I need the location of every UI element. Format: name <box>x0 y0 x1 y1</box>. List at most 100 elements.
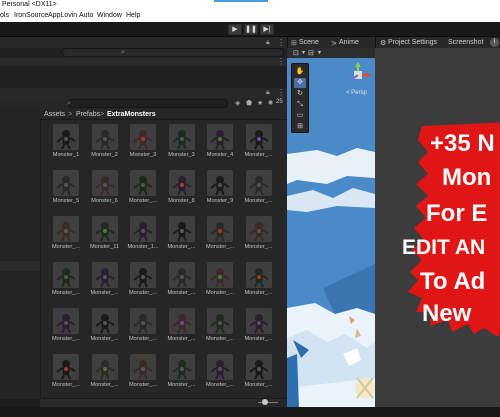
asset-label: Monster_9 <box>206 198 234 204</box>
asset-item[interactable]: Monster_2 <box>87 124 123 158</box>
breadcrumb-separator: > <box>100 111 105 118</box>
asset-item[interactable]: Monster_... <box>241 354 277 388</box>
folder-tree-selected-row[interactable] <box>0 261 40 271</box>
asset-item[interactable]: Monster_... <box>48 262 84 296</box>
step-button[interactable]: ▶| <box>260 24 274 35</box>
asset-item[interactable]: Monster_1 <box>48 124 84 158</box>
rect-tool-icon[interactable]: ▭ <box>294 111 306 121</box>
breadcrumb-assets[interactable]: Assets <box>44 111 65 118</box>
asset-item[interactable]: Monster_... <box>87 354 123 388</box>
menu-applovin[interactable]: AppLovin <box>48 12 77 19</box>
asset-item[interactable]: Monster_... <box>48 216 84 250</box>
row-more-icon[interactable]: ⋮ <box>277 57 285 66</box>
lock-icon[interactable]: 🔒︎ <box>266 39 270 47</box>
project-more-icon[interactable]: ⋮ <box>277 88 285 97</box>
pause-button[interactable]: ❚❚ <box>244 24 258 35</box>
orientation-gizmo-icon[interactable] <box>345 62 371 88</box>
asset-item[interactable]: Monster_5 <box>48 170 84 204</box>
asset-item[interactable]: Monster_... <box>241 216 277 250</box>
asset-item[interactable]: Monster_... <box>125 308 161 342</box>
asset-item[interactable]: Monster_... <box>164 262 200 296</box>
thumbnail-size-slider-handle[interactable] <box>262 399 268 405</box>
asset-item[interactable]: Monster_... <box>164 216 200 250</box>
asset-item[interactable]: Monster_... <box>125 262 161 296</box>
menu-tools[interactable]: ols <box>0 12 9 19</box>
draw-mode-icon[interactable]: ⊟ <box>308 49 314 57</box>
monster-icon <box>94 314 115 334</box>
asset-item[interactable]: Monster_1... <box>125 216 161 250</box>
asset-item[interactable]: Monster_8 <box>164 170 200 204</box>
persp-label[interactable]: < Persp <box>346 90 367 96</box>
asset-item[interactable]: Monster_3 <box>125 124 161 158</box>
hidden-toggle-icon[interactable]: ◉ <box>268 99 273 106</box>
asset-item[interactable]: Monster_... <box>48 308 84 342</box>
hand-tool-icon[interactable]: ✋ <box>294 67 306 77</box>
asset-item[interactable]: Monster_... <box>241 262 277 296</box>
monster-icon <box>94 268 115 288</box>
asset-thumbnail <box>91 170 118 196</box>
filter-type-icon[interactable]: ◈ <box>235 99 240 107</box>
hierarchy-tab-bar: 🔒︎ ⋮ <box>0 37 287 48</box>
asset-item[interactable]: Monster_11 <box>87 216 123 250</box>
scene-tools-panel: ✋ ✥ ↻ ⤡ ▭ ⊞ <box>291 63 309 133</box>
asset-item[interactable]: Monster_... <box>241 308 277 342</box>
menu-window[interactable]: Window <box>97 12 122 19</box>
hierarchy-row[interactable]: ⋮ <box>0 57 287 66</box>
asset-label: Monster_... <box>244 290 273 296</box>
asset-thumbnail <box>91 262 118 288</box>
folder-tree[interactable] <box>0 109 40 399</box>
menu-ironsource[interactable]: IronSource <box>14 12 48 19</box>
breadcrumb-extramonsters[interactable]: ExtraMonsters <box>107 111 156 118</box>
promo-line-4: EDIT AN <box>402 236 486 259</box>
asset-item[interactable]: Monster_9 <box>202 170 238 204</box>
monster-icon <box>56 360 76 380</box>
thumbnail-size-slider[interactable] <box>258 402 278 403</box>
asset-item[interactable]: Monster_... <box>241 124 277 158</box>
asset-item[interactable]: Monster_... <box>202 354 238 388</box>
monster-icon <box>133 130 153 150</box>
asset-item[interactable]: Monster_... <box>164 354 200 388</box>
scene-view-options-icon[interactable]: ⊡ <box>293 49 299 57</box>
asset-item[interactable]: Monster_4 <box>202 124 238 158</box>
asset-thumbnail <box>53 216 79 242</box>
project-lock-icon[interactable]: 🔒︎ <box>266 89 270 97</box>
favorite-icon[interactable]: ★ <box>257 99 263 107</box>
info-icon[interactable]: i <box>490 38 499 47</box>
play-button[interactable]: ▶ <box>228 24 242 35</box>
breadcrumb-prefabs[interactable]: Prefabs <box>76 111 100 118</box>
rotate-tool-icon[interactable]: ↻ <box>294 89 306 99</box>
asset-item[interactable]: Monster_... <box>87 308 123 342</box>
asset-label: Monster_4 <box>206 152 234 158</box>
transform-tool-icon[interactable]: ⊞ <box>294 122 306 132</box>
asset-item[interactable]: Monster_... <box>202 308 238 342</box>
asset-thumbnail <box>53 308 79 334</box>
hierarchy-search-input[interactable]: ⌕ <box>62 48 284 57</box>
menu-auto[interactable]: Auto <box>79 12 93 19</box>
tab-animator[interactable]: Anime <box>339 39 359 46</box>
asset-thumbnail <box>130 308 156 334</box>
asset-item[interactable]: Monster_3 <box>164 124 200 158</box>
tab-project-settings[interactable]: Project Settings <box>388 39 437 46</box>
filter-label-icon[interactable]: ⬟ <box>246 99 252 107</box>
asset-item[interactable]: Monster_... <box>202 262 238 296</box>
project-search-input[interactable]: ⌕ <box>67 99 228 108</box>
chevron-down-icon[interactable]: ▾ <box>302 49 305 56</box>
scale-tool-icon[interactable]: ⤡ <box>294 100 306 110</box>
move-tool-icon[interactable]: ✥ <box>294 78 306 88</box>
chevron-down-icon[interactable]: ▾ <box>318 49 321 56</box>
asset-item[interactable]: Monster_... <box>48 354 84 388</box>
asset-item[interactable]: Monster_6 <box>87 170 123 204</box>
asset-item[interactable]: Monster_... <box>87 262 123 296</box>
more-icon[interactable]: ⋮ <box>277 38 285 47</box>
asset-item[interactable]: Monster_... <box>164 308 200 342</box>
monster-icon <box>56 314 76 334</box>
menu-help[interactable]: Help <box>126 12 140 19</box>
search-icon: ⌕ <box>121 49 125 56</box>
asset-item[interactable]: Monster_... <box>125 354 161 388</box>
tab-screenshot[interactable]: Screenshot <box>448 39 483 46</box>
asset-item[interactable]: Monster_... <box>202 216 238 250</box>
asset-label: Monster_... <box>244 382 273 388</box>
tab-scene[interactable]: Scene <box>299 39 319 46</box>
asset-item[interactable]: Monster_... <box>241 170 277 204</box>
asset-item[interactable]: Monster_... <box>125 170 161 204</box>
